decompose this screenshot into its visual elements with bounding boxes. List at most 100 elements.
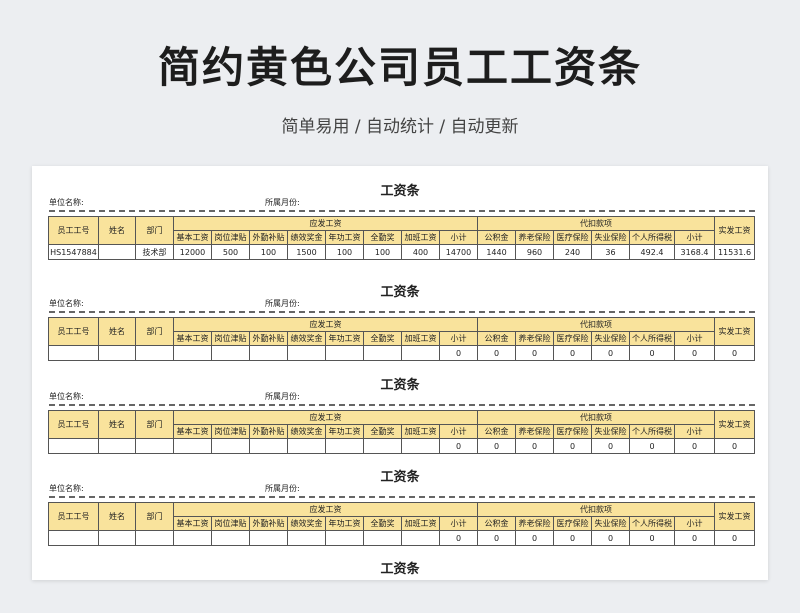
cell-deduct[interactable]: 1440 [477, 244, 516, 260]
cell-deduct[interactable]: 0 [629, 530, 675, 546]
header-gross-item: 绩效奖金 [287, 230, 326, 245]
cell-gross[interactable]: 12000 [173, 244, 212, 260]
cell-gross[interactable] [325, 530, 364, 546]
cell-name[interactable] [98, 530, 136, 546]
header-gross-item: 外勤补贴 [249, 516, 288, 531]
cell-name[interactable] [98, 244, 136, 260]
header-deduct-item: 养老保险 [515, 230, 554, 245]
cell-deduct[interactable]: 492.4 [629, 244, 675, 260]
cell-net[interactable]: 0 [714, 530, 755, 546]
cell-net[interactable]: 0 [714, 438, 755, 454]
cell-gross[interactable] [173, 438, 212, 454]
cell-deduct[interactable]: 0 [591, 530, 630, 546]
slip-title: 工资条 [380, 184, 420, 199]
header-deduct-item: 公积金 [477, 230, 516, 245]
dashed-divider [49, 311, 755, 313]
cell-gross[interactable] [249, 345, 288, 361]
cell-gross[interactable]: 1500 [287, 244, 326, 260]
cell-deduct-subtotal[interactable]: 0 [674, 438, 715, 454]
cell-gross-subtotal[interactable]: 14700 [439, 244, 478, 260]
cell-deduct[interactable]: 0 [591, 345, 630, 361]
cell-deduct-subtotal[interactable]: 0 [674, 530, 715, 546]
cell-deduct[interactable]: 960 [515, 244, 554, 260]
cell-deduct[interactable]: 0 [515, 530, 554, 546]
cell-gross[interactable] [325, 345, 364, 361]
header-gross-item: 年功工资 [325, 331, 364, 346]
header-gross-item: 全勤奖 [363, 424, 402, 439]
header-gross-item: 绩效奖金 [287, 424, 326, 439]
cell-gross[interactable] [287, 438, 326, 454]
cell-dept[interactable] [135, 438, 174, 454]
cell-gross[interactable] [401, 345, 440, 361]
cell-gross[interactable] [211, 345, 250, 361]
header-deduct-item: 公积金 [477, 331, 516, 346]
cell-gross[interactable] [401, 530, 440, 546]
header-name: 姓名 [98, 410, 136, 439]
cell-dept[interactable] [135, 530, 174, 546]
header-gross-item: 加班工资 [401, 516, 440, 531]
cell-gross[interactable] [249, 438, 288, 454]
cell-gross[interactable] [287, 345, 326, 361]
cell-gross[interactable]: 100 [325, 244, 364, 260]
cell-deduct[interactable]: 36 [591, 244, 630, 260]
cell-deduct-subtotal[interactable]: 3168.4 [674, 244, 715, 260]
cell-gross[interactable]: 500 [211, 244, 250, 260]
header-deduct-item: 个人所得税 [629, 424, 675, 439]
cell-emp-id[interactable] [48, 438, 99, 454]
cell-gross[interactable] [249, 530, 288, 546]
header-gross-item: 基本工资 [173, 230, 212, 245]
cell-deduct[interactable]: 240 [553, 244, 592, 260]
unit-name-label: 单位名称: [49, 392, 84, 401]
cell-net[interactable]: 0 [714, 345, 755, 361]
header-gross-item: 年功工资 [325, 424, 364, 439]
cell-gross[interactable] [401, 438, 440, 454]
cell-gross[interactable] [363, 345, 402, 361]
cell-deduct[interactable]: 0 [515, 438, 554, 454]
cell-gross[interactable] [173, 345, 212, 361]
cell-gross[interactable] [363, 530, 402, 546]
cell-deduct[interactable]: 0 [477, 438, 516, 454]
cell-gross[interactable]: 100 [249, 244, 288, 260]
header-gross-item: 加班工资 [401, 331, 440, 346]
header-deduct-item: 失业保险 [591, 230, 630, 245]
cell-emp-id[interactable] [48, 345, 99, 361]
cell-deduct-subtotal[interactable]: 0 [674, 345, 715, 361]
cell-gross[interactable] [325, 438, 364, 454]
cell-deduct[interactable]: 0 [629, 345, 675, 361]
cell-deduct[interactable]: 0 [515, 345, 554, 361]
cell-gross[interactable] [173, 530, 212, 546]
table-row: 0 0 0 0 0 0 0 0 [48, 438, 755, 454]
cell-gross-subtotal[interactable]: 0 [439, 530, 478, 546]
cell-deduct[interactable]: 0 [477, 345, 516, 361]
payslip-table: 员工工号 姓名 部门 应发工资 代扣款项 实发工资 基本工资 岗位津贴 外勤补贴… [48, 410, 755, 454]
cell-dept[interactable] [135, 345, 174, 361]
header-deduct-item: 小计 [674, 424, 715, 439]
cell-emp-id[interactable] [48, 530, 99, 546]
cell-dept[interactable]: 技术部 [135, 244, 174, 260]
cell-gross[interactable] [287, 530, 326, 546]
cell-name[interactable] [98, 345, 136, 361]
header-name: 姓名 [98, 317, 136, 346]
slip-title: 工资条 [380, 285, 420, 300]
cell-deduct[interactable]: 0 [553, 438, 592, 454]
cell-deduct[interactable]: 0 [477, 530, 516, 546]
cell-emp-id[interactable]: HS1547884 [48, 244, 99, 260]
cell-deduct[interactable]: 0 [553, 345, 592, 361]
table-row: 0 0 0 0 0 0 0 0 [48, 530, 755, 546]
header-dept: 部门 [135, 317, 174, 346]
cell-gross[interactable] [211, 530, 250, 546]
header-deduct-group: 代扣款项 [477, 216, 715, 231]
cell-gross-subtotal[interactable]: 0 [439, 438, 478, 454]
cell-deduct[interactable]: 0 [553, 530, 592, 546]
cell-gross[interactable]: 400 [401, 244, 440, 260]
cell-deduct[interactable]: 0 [629, 438, 675, 454]
header-gross-group: 应发工资 [173, 216, 478, 231]
cell-name[interactable] [98, 438, 136, 454]
cell-net[interactable]: 11531.6 [714, 244, 755, 260]
cell-gross-subtotal[interactable]: 0 [439, 345, 478, 361]
cell-deduct[interactable]: 0 [591, 438, 630, 454]
cell-gross[interactable] [211, 438, 250, 454]
cell-gross[interactable] [363, 438, 402, 454]
cell-gross[interactable]: 100 [363, 244, 402, 260]
header-gross-item: 岗位津贴 [211, 424, 250, 439]
